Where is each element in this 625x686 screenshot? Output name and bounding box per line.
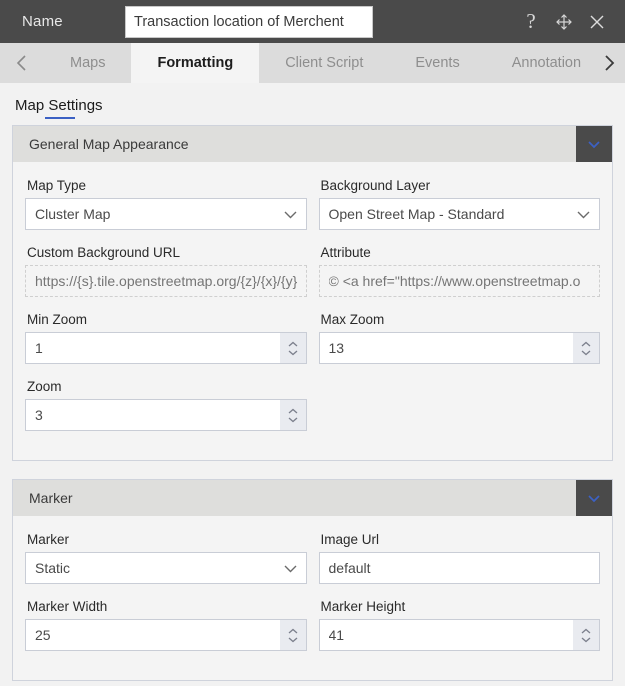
section-body: Map Type Background Layer [13, 162, 612, 460]
zoom-input[interactable] [25, 399, 307, 431]
tab-label: Annotation [511, 55, 582, 71]
map-type-select[interactable] [25, 198, 307, 230]
map-settings-dialog: Name ? [0, 0, 625, 686]
section-general-map-appearance: General Map Appearance Map Type Cluster … [12, 125, 613, 461]
marker-select[interactable] [25, 552, 307, 584]
field-label: Marker Height [320, 599, 406, 614]
field-label: Image Url [320, 532, 380, 547]
section-header: General Map Appearance [13, 126, 612, 162]
field-zoom: Zoom [25, 375, 307, 431]
background-layer-select[interactable] [318, 198, 600, 230]
question-mark-icon[interactable]: ? [521, 11, 541, 32]
field-marker-width: Marker Width [25, 595, 307, 651]
field-label: Attribute [320, 245, 371, 260]
section-header: Marker [13, 480, 612, 516]
page-title-text: Map Settings [15, 97, 103, 114]
titlebar-actions: ? [521, 11, 613, 32]
field-label: Marker [27, 532, 70, 547]
attribute-input[interactable] [318, 265, 600, 297]
dialog-titlebar: Name ? [0, 0, 625, 43]
tabs-scroll-left-button[interactable] [0, 43, 44, 83]
section-marker: Marker Marker Static Image Url default M… [12, 479, 613, 681]
section-title: Marker [29, 490, 73, 506]
name-input[interactable] [125, 5, 373, 38]
section-title: General Map Appearance [29, 136, 189, 152]
tab-label: Formatting [157, 55, 234, 71]
field-marker: Marker [25, 528, 307, 584]
field-label: Min Zoom [27, 312, 88, 327]
section-body: Marker Image Url [13, 516, 612, 680]
form-row: Marker Image Url [25, 528, 600, 595]
field-label: Zoom [27, 379, 62, 394]
field-label: Max Zoom [320, 312, 385, 327]
tab-client-script[interactable]: Client Script [259, 43, 389, 83]
form-row: Custom Background URL Attribute [25, 241, 600, 308]
form-row: Marker Width Marker Height [25, 595, 600, 662]
tab-maps[interactable]: Maps [44, 43, 131, 83]
tab-annotation[interactable]: Annotation [486, 43, 587, 83]
field-image-url: Image Url [318, 528, 600, 584]
marker-height-stepper[interactable] [573, 620, 599, 650]
marker-height-input[interactable] [318, 619, 600, 651]
name-label: Name [22, 13, 63, 30]
field-max-zoom: Max Zoom [318, 308, 600, 364]
tab-label: Maps [70, 55, 106, 71]
form-row: Min Zoom Max Zoom [25, 308, 600, 375]
marker-width-stepper[interactable] [279, 620, 306, 650]
field-map-type: Map Type [25, 174, 307, 230]
field-label: Marker Width [27, 599, 108, 614]
field-label: Custom Background URL [27, 245, 181, 260]
min-zoom-stepper[interactable] [279, 333, 306, 363]
chevron-down-icon[interactable] [576, 480, 612, 516]
max-zoom-input[interactable] [318, 332, 600, 364]
form-row: Zoom [25, 375, 600, 442]
custom-background-url-input[interactable] [25, 265, 307, 297]
tab-bar: Maps Formatting Client Script Events Ann… [0, 43, 625, 83]
tab-events[interactable]: Events [389, 43, 485, 83]
tabs-scroll-right-button[interactable] [587, 43, 625, 83]
field-attribute: Attribute [318, 241, 600, 297]
field-custom-background-url: Custom Background URL [25, 241, 307, 297]
page-title-underline [45, 117, 75, 119]
tab-label: Events [415, 55, 460, 71]
tab-label: Client Script [285, 55, 364, 71]
page-title-wrap: Map Settings [12, 83, 613, 125]
field-marker-height: Marker Height [318, 595, 600, 651]
zoom-stepper[interactable] [279, 400, 306, 430]
close-icon[interactable] [587, 12, 607, 32]
min-zoom-input[interactable] [25, 332, 307, 364]
image-url-input[interactable] [318, 552, 600, 584]
page-title: Map Settings [15, 97, 103, 119]
form-row: Map Type Background Layer [25, 174, 600, 241]
tab-formatting[interactable]: Formatting [131, 43, 260, 83]
move-icon[interactable] [554, 12, 574, 32]
field-label: Map Type [27, 178, 87, 193]
max-zoom-stepper[interactable] [573, 333, 599, 363]
settings-body: Map Settings General Map Appearance Map … [0, 83, 625, 686]
marker-width-input[interactable] [25, 619, 307, 651]
chevron-down-icon[interactable] [576, 126, 612, 162]
field-spacer [319, 375, 601, 431]
field-background-layer: Background Layer [318, 174, 600, 230]
field-label: Background Layer [320, 178, 431, 193]
field-min-zoom: Min Zoom [25, 308, 307, 364]
